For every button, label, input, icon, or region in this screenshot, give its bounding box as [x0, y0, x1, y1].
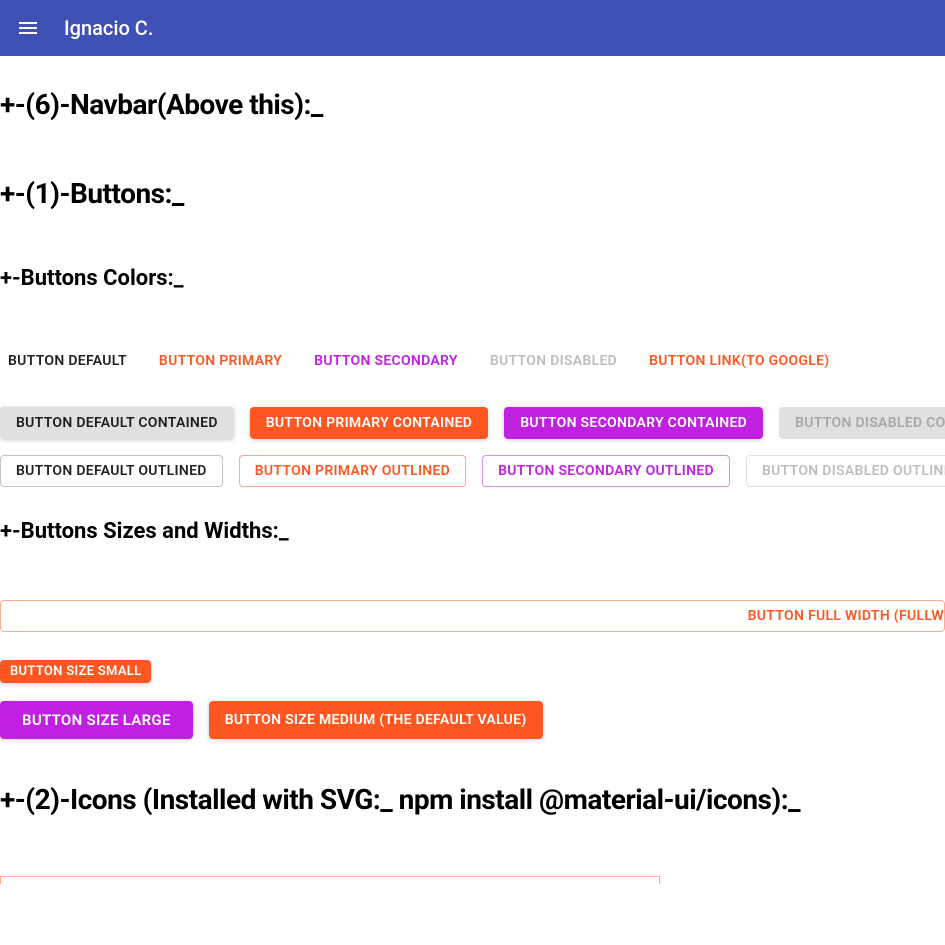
button-secondary-outlined[interactable]: Button Secondary Outlined [482, 455, 730, 487]
button-primary-outlined[interactable]: Button Primary Outlined [239, 455, 466, 487]
content: +-(6)-Navbar(Above this):_ +-(1)-Buttons… [0, 56, 945, 884]
button-full-width[interactable]: Button Full Width (FullW [0, 600, 945, 632]
button-disabled-contained: Button Disabled Contained [779, 407, 945, 439]
button-size-small[interactable]: Button Size Small [0, 660, 151, 683]
button-link-google[interactable]: Button Link(to Google) [641, 347, 837, 375]
heading-icons: +-(2)-Icons (Installed with SVG:_ npm in… [0, 783, 945, 816]
large-medium-row: Button Size Large Button Size Medium (th… [0, 701, 945, 739]
heading-navbar: +-(6)-Navbar(Above this):_ [0, 88, 945, 121]
button-size-large[interactable]: Button Size Large [0, 701, 193, 739]
button-full-width-label: Button Full Width (FullW [748, 608, 944, 624]
menu-icon[interactable] [16, 16, 40, 40]
button-disabled: Button Disabled [482, 347, 625, 375]
contained-buttons-row: Button Default Contained Button Primary … [0, 407, 945, 439]
small-button-row: Button Size Small [0, 660, 945, 683]
button-default-outlined[interactable]: Button Default Outlined [0, 455, 223, 487]
button-primary-contained[interactable]: Button Primary Contained [250, 407, 488, 439]
button-primary[interactable]: Button Primary [151, 347, 290, 375]
heading-buttons-sizes: +-Buttons Sizes and Widths:_ [0, 519, 945, 544]
fullwidth-row: Button Full Width (FullW [0, 600, 945, 632]
partial-outlined-box [0, 876, 660, 884]
appbar-title: Ignacio C. [64, 16, 153, 40]
text-buttons-row: Button Default Button Primary Button Sec… [0, 347, 945, 375]
heading-buttons: +-(1)-Buttons:_ [0, 177, 945, 210]
button-default-contained[interactable]: Button Default Contained [0, 407, 234, 439]
button-secondary-contained[interactable]: Button Secondary Contained [504, 407, 763, 439]
button-secondary[interactable]: Button Secondary [306, 347, 466, 375]
button-disabled-outlined: Button Disabled Outlined [746, 455, 945, 487]
appbar: Ignacio C. [0, 0, 945, 56]
heading-buttons-colors: +-Buttons Colors:_ [0, 266, 945, 291]
button-size-medium[interactable]: Button Size Medium (the default value) [209, 701, 543, 739]
button-default[interactable]: Button Default [0, 347, 135, 375]
outlined-buttons-row: Button Default Outlined Button Primary O… [0, 455, 945, 487]
